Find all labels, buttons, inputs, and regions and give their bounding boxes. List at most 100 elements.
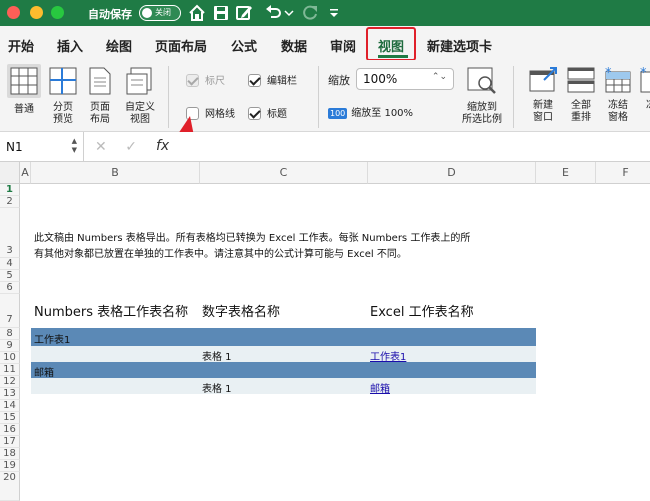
freeze-button[interactable]: * 冻	[638, 66, 650, 112]
row-header[interactable]: 4	[0, 258, 20, 270]
freeze-icon: *	[640, 66, 650, 93]
column-header-c[interactable]: C	[200, 162, 368, 184]
confirm-icon: ✓	[125, 139, 137, 155]
autosave-toggle[interactable]: 关闭	[139, 5, 181, 21]
header-numbers-table-name[interactable]: 数字表格名称	[202, 301, 280, 320]
zoom-select[interactable]: 100% ⌃⌄	[356, 68, 454, 90]
arrange-all-icon	[567, 67, 595, 93]
page-layout-button[interactable]: 页面 布局	[83, 64, 117, 126]
row-header[interactable]: 2	[0, 196, 20, 208]
excel-sheet-link[interactable]: 邮箱	[370, 380, 390, 395]
autosave-state: 关闭	[155, 8, 171, 17]
formula-bar: N1 ▲ ▼ ✕ ✓ fx	[0, 132, 650, 162]
row-header[interactable]: 6	[0, 282, 20, 294]
row-header[interactable]: 14	[0, 400, 20, 412]
chevron-down-icon[interactable]	[284, 3, 294, 23]
export-note-line-1[interactable]: 此文稿由 Numbers 表格导出。所有表格均已转换为 Excel 工作表。每张…	[34, 229, 470, 244]
column-header-e[interactable]: E	[536, 162, 596, 184]
undo-icon[interactable]	[263, 3, 283, 23]
svg-text:*: *	[605, 66, 612, 81]
edit-icon[interactable]	[234, 3, 254, 23]
row-header[interactable]: 3	[0, 208, 20, 258]
row-header[interactable]: 7	[0, 294, 20, 328]
headings-checkbox[interactable]: 标题	[248, 105, 287, 120]
minimize-window-button[interactable]	[30, 6, 43, 19]
page-break-preview-button[interactable]: 分页 预览	[45, 64, 81, 126]
title-bar: 自动保存 关闭	[0, 0, 650, 26]
row-header[interactable]: 8	[0, 328, 20, 340]
function-icon[interactable]: fx	[156, 138, 169, 154]
header-excel-sheet-name[interactable]: Excel 工作表名称	[370, 301, 474, 320]
zoom-100-button[interactable]: 100 缩放至 100%	[328, 104, 413, 119]
zoom-value: 100%	[363, 72, 398, 86]
row-header[interactable]: 13	[0, 388, 20, 400]
excel-sheet-link[interactable]: 工作表1	[370, 348, 406, 363]
row-header[interactable]: 16	[0, 424, 20, 436]
tab-page-layout[interactable]: 页面布局	[155, 36, 207, 55]
close-window-button[interactable]	[7, 6, 20, 19]
autosave-label: 自动保存	[88, 8, 132, 21]
ribbon-separator	[318, 66, 319, 128]
worksheet-grid: A B C D E F 1 2 3 4 5 6 7 8 9 10 11 12 1…	[0, 162, 650, 501]
normal-view-button[interactable]: 普通	[4, 64, 44, 116]
ribbon-separator	[168, 66, 169, 128]
row-header[interactable]: 20	[0, 472, 20, 501]
ribbon-tab-bar	[0, 26, 650, 60]
highlight-box	[366, 27, 416, 61]
table-name-cell[interactable]: 表格 1	[202, 348, 232, 363]
section-sheet-name[interactable]: 工作表1	[34, 331, 70, 346]
ribbon-separator	[513, 66, 514, 128]
tab-review[interactable]: 审阅	[330, 36, 356, 55]
custom-views-button[interactable]: 自定义 视图	[119, 64, 161, 126]
header-numbers-sheet-name[interactable]: Numbers 表格工作表名称	[34, 301, 188, 320]
section-row	[31, 346, 536, 362]
column-header-f[interactable]: F	[596, 162, 650, 184]
home-icon[interactable]	[187, 3, 207, 23]
tab-data[interactable]: 数据	[281, 36, 307, 55]
redo-icon	[303, 5, 317, 20]
row-header[interactable]: 10	[0, 352, 20, 364]
tab-formulas[interactable]: 公式	[231, 36, 257, 55]
section-sheet-name[interactable]: 邮箱	[34, 364, 54, 379]
excel-window: 自动保存 关闭 开始 插入 绘图 页面布局 公式 数据 审阅 视图 新建选项卡 …	[0, 0, 650, 501]
row-header[interactable]: 9	[0, 340, 20, 352]
normal-view-icon	[7, 64, 41, 98]
new-window-icon	[529, 67, 557, 92]
zoom-100-icon: 100	[328, 108, 348, 119]
save-icon[interactable]	[211, 3, 231, 23]
row-header[interactable]: 5	[0, 270, 20, 282]
arrange-all-button[interactable]: 全部 重排	[564, 66, 598, 124]
spinner-icon: ▲ ▼	[71, 137, 77, 154]
freeze-panes-icon: *	[605, 66, 631, 93]
tab-draw[interactable]: 绘图	[106, 36, 132, 55]
tab-home[interactable]: 开始	[8, 36, 34, 55]
table-name-cell[interactable]: 表格 1	[202, 380, 232, 395]
zoom-to-selection-button[interactable]: 缩放到 所选比例	[456, 66, 508, 126]
new-window-button[interactable]: 新建 窗口	[525, 66, 561, 124]
row-header[interactable]: 19	[0, 460, 20, 472]
ribbon-view: 普通 分页 预览 页面 布局 自定义 视图 标尺 编辑栏 网格线 标题 新建 窗…	[0, 60, 650, 132]
section-row	[31, 378, 536, 394]
page-layout-icon	[89, 67, 111, 95]
column-header-a[interactable]: A	[20, 162, 31, 184]
ruler-checkbox: 标尺	[186, 72, 225, 87]
row-header[interactable]: 1	[0, 184, 20, 196]
formula-bar-checkbox[interactable]: 编辑栏	[248, 72, 297, 87]
toggle-knob	[142, 8, 152, 18]
row-header[interactable]: 12	[0, 376, 20, 388]
column-header-d[interactable]: D	[368, 162, 536, 184]
customize-icon[interactable]	[329, 3, 339, 23]
tab-new-tab[interactable]: 新建选项卡	[427, 36, 492, 55]
chevron-down-icon: ⌃⌄	[431, 72, 447, 82]
row-header[interactable]: 15	[0, 412, 20, 424]
name-box[interactable]: N1 ▲ ▼	[0, 132, 84, 162]
column-header-b[interactable]: B	[31, 162, 200, 184]
select-all-corner[interactable]	[0, 162, 20, 184]
zoom-window-button[interactable]	[51, 6, 64, 19]
row-header[interactable]: 11	[0, 364, 20, 376]
freeze-panes-button[interactable]: * 冻结 窗格	[601, 66, 635, 124]
export-note-line-2[interactable]: 有其他对象都已放置在单独的工作表中。请注意其中的公式计算可能与 Excel 不同…	[34, 245, 407, 260]
tab-insert[interactable]: 插入	[57, 36, 83, 55]
row-header[interactable]: 18	[0, 448, 20, 460]
row-header[interactable]: 17	[0, 436, 20, 448]
